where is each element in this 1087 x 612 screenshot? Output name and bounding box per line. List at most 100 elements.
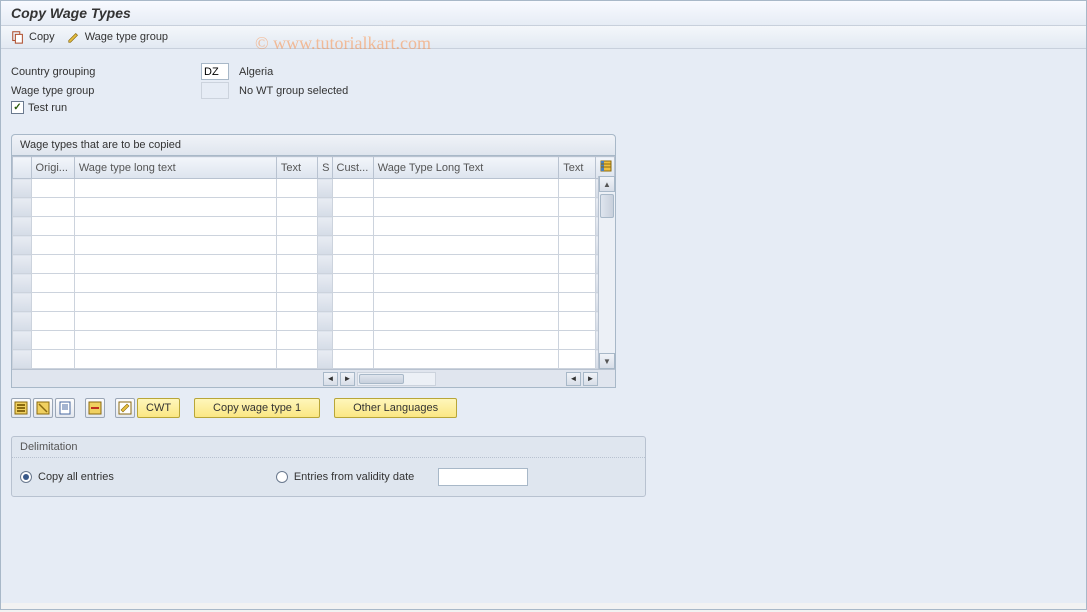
cell-cust[interactable] [332, 274, 373, 293]
copy-button[interactable]: Copy [11, 30, 55, 44]
cell-text-2[interactable] [559, 198, 596, 217]
cell-origi[interactable] [31, 179, 74, 198]
edit-button[interactable] [115, 398, 135, 418]
cell-cust[interactable] [332, 198, 373, 217]
row-selector[interactable] [13, 236, 32, 255]
table-row[interactable] [13, 331, 615, 350]
scroll-up-icon[interactable]: ▲ [599, 176, 615, 192]
horizontal-scrollbar-1[interactable]: ◄ ► [323, 370, 436, 387]
scroll-left-icon[interactable]: ◄ [323, 372, 338, 386]
cell-text[interactable] [276, 331, 317, 350]
row-selector[interactable] [13, 274, 32, 293]
column-wage-type-long-text-2[interactable]: Wage Type Long Text [373, 157, 559, 179]
cell-wage-type-long-text[interactable] [74, 236, 276, 255]
scroll-track[interactable] [599, 192, 615, 353]
cell-text[interactable] [276, 255, 317, 274]
wage-type-group-button[interactable]: Wage type group [67, 30, 168, 44]
cell-wage-type-long-text-2[interactable] [373, 255, 559, 274]
cell-cust[interactable] [332, 331, 373, 350]
row-selector[interactable] [13, 179, 32, 198]
cell-wage-type-long-text[interactable] [74, 179, 276, 198]
cell-wage-type-long-text-2[interactable] [373, 331, 559, 350]
column-cust[interactable]: Cust... [332, 157, 373, 179]
cell-s[interactable] [318, 293, 332, 312]
cell-wage-type-long-text-2[interactable] [373, 312, 559, 331]
cell-origi[interactable] [31, 236, 74, 255]
column-origi[interactable]: Origi... [31, 157, 74, 179]
column-text[interactable]: Text [276, 157, 317, 179]
cell-wage-type-long-text-2[interactable] [373, 236, 559, 255]
table-row[interactable] [13, 274, 615, 293]
scroll-left-icon[interactable]: ◄ [566, 372, 581, 386]
cell-text[interactable] [276, 236, 317, 255]
cell-text[interactable] [276, 217, 317, 236]
table-row[interactable] [13, 236, 615, 255]
row-selector[interactable] [13, 217, 32, 236]
cell-wage-type-long-text[interactable] [74, 198, 276, 217]
cell-text-2[interactable] [559, 293, 596, 312]
cell-wage-type-long-text-2[interactable] [373, 293, 559, 312]
row-selector[interactable] [13, 312, 32, 331]
cell-wage-type-long-text-2[interactable] [373, 179, 559, 198]
table-row[interactable] [13, 255, 615, 274]
cell-wage-type-long-text[interactable] [74, 312, 276, 331]
cell-wage-type-long-text[interactable] [74, 331, 276, 350]
cell-text-2[interactable] [559, 350, 596, 369]
cell-wage-type-long-text-2[interactable] [373, 198, 559, 217]
test-run-checkbox[interactable] [11, 101, 24, 114]
cell-origi[interactable] [31, 255, 74, 274]
cell-wage-type-long-text-2[interactable] [373, 217, 559, 236]
cell-wage-type-long-text[interactable] [74, 350, 276, 369]
scroll-down-icon[interactable]: ▼ [599, 353, 615, 369]
cell-origi[interactable] [31, 312, 74, 331]
cell-wage-type-long-text[interactable] [74, 255, 276, 274]
table-row[interactable] [13, 198, 615, 217]
cell-cust[interactable] [332, 255, 373, 274]
horizontal-scrollbar-2[interactable]: ◄ ► [566, 370, 598, 387]
wage-type-group-input[interactable] [201, 82, 229, 99]
table-row[interactable] [13, 350, 615, 369]
copy-all-entries-radio[interactable] [20, 471, 32, 483]
cell-s[interactable] [318, 217, 332, 236]
cell-cust[interactable] [332, 350, 373, 369]
scroll-right-icon[interactable]: ► [583, 372, 598, 386]
row-selector[interactable] [13, 293, 32, 312]
cell-s[interactable] [318, 350, 332, 369]
row-selector[interactable] [13, 331, 32, 350]
cell-cust[interactable] [332, 312, 373, 331]
cell-text-2[interactable] [559, 274, 596, 293]
cell-cust[interactable] [332, 236, 373, 255]
cell-s[interactable] [318, 198, 332, 217]
row-selector[interactable] [13, 198, 32, 217]
cell-text[interactable] [276, 350, 317, 369]
cell-text-2[interactable] [559, 217, 596, 236]
cell-s[interactable] [318, 312, 332, 331]
cell-text-2[interactable] [559, 312, 596, 331]
cell-wage-type-long-text[interactable] [74, 274, 276, 293]
row-selector[interactable] [13, 255, 32, 274]
cell-wage-type-long-text-2[interactable] [373, 274, 559, 293]
country-grouping-input[interactable] [201, 63, 229, 80]
cell-text[interactable] [276, 179, 317, 198]
cell-s[interactable] [318, 236, 332, 255]
cell-cust[interactable] [332, 217, 373, 236]
table-row[interactable] [13, 217, 615, 236]
cell-wage-type-long-text-2[interactable] [373, 350, 559, 369]
scroll-right-icon[interactable]: ► [340, 372, 355, 386]
cell-cust[interactable] [332, 179, 373, 198]
cell-origi[interactable] [31, 331, 74, 350]
cell-text-2[interactable] [559, 179, 596, 198]
select-all-button[interactable] [11, 398, 31, 418]
cell-s[interactable] [318, 179, 332, 198]
cell-origi[interactable] [31, 217, 74, 236]
table-row[interactable] [13, 312, 615, 331]
cell-origi[interactable] [31, 274, 74, 293]
cell-text[interactable] [276, 293, 317, 312]
cell-wage-type-long-text[interactable] [74, 293, 276, 312]
cell-s[interactable] [318, 255, 332, 274]
validity-date-input[interactable] [438, 468, 528, 486]
deselect-all-button[interactable] [33, 398, 53, 418]
cwt-button[interactable]: CWT [137, 398, 180, 418]
cell-s[interactable] [318, 331, 332, 350]
column-wage-type-long-text[interactable]: Wage type long text [74, 157, 276, 179]
